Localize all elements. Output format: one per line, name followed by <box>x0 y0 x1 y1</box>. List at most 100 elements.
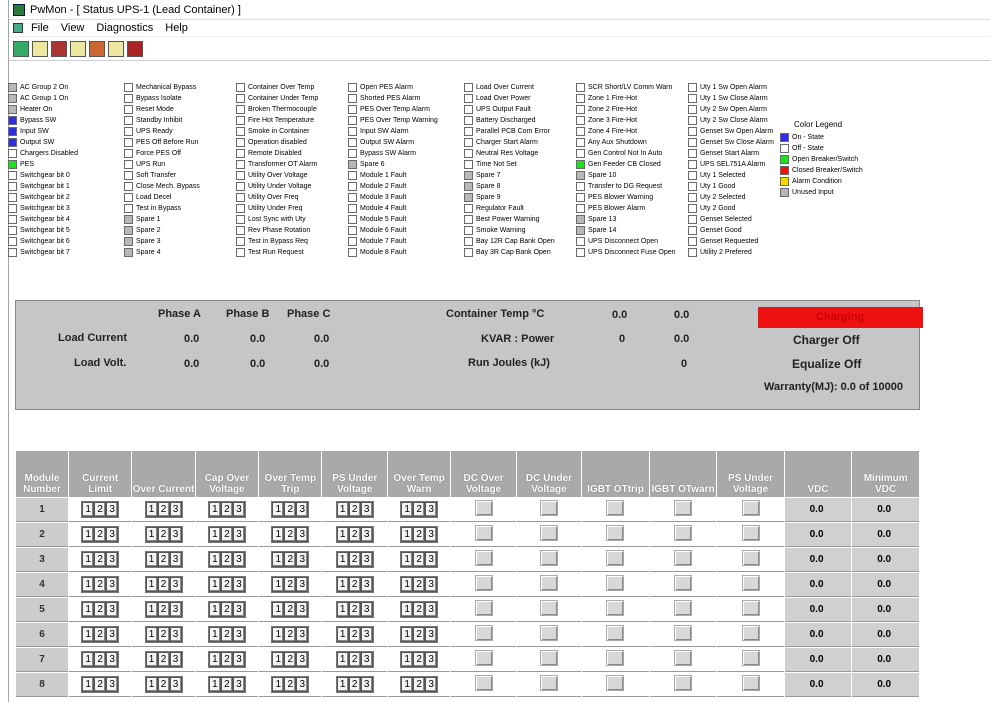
column-header: Minimum VDC <box>852 451 919 497</box>
status-item: Gen Feeder CB Closed <box>576 159 676 170</box>
status-led <box>606 525 625 541</box>
tri-indicator-cell: 123 <box>195 673 259 697</box>
status-indicator <box>8 83 17 92</box>
title-bar: PwMon - [ Status UPS-1 (Lead Container) … <box>9 0 990 20</box>
alarm-icon[interactable] <box>70 40 86 57</box>
status-label: Uty 1 Sw Open Alarm <box>700 84 767 91</box>
min-vdc-value: 0.0 <box>852 573 919 597</box>
legend-item: Alarm Condition <box>780 176 863 187</box>
led-cell <box>717 548 784 572</box>
phase-indicator: 3 <box>360 652 373 667</box>
status-item: Bypass SW <box>8 115 78 126</box>
tri-indicator-cell: 123 <box>259 498 322 522</box>
status-item: Uty 1 Good <box>688 181 774 192</box>
status-label: Input SW <box>20 128 49 135</box>
status-indicator <box>124 127 133 136</box>
tri-indicator-cell: 123 <box>322 673 387 697</box>
phase-indicator: 2 <box>94 577 107 592</box>
phase-indicator: 2 <box>94 652 107 667</box>
status-item: Load Over Current <box>464 82 555 93</box>
status-label: Switchgear bit 3 <box>20 205 70 212</box>
status-label: Output SW Alarm <box>360 139 415 146</box>
status-indicator <box>576 237 585 246</box>
status-label: Spare 13 <box>588 216 617 223</box>
phase-indicator: 3 <box>296 527 309 542</box>
chart-icon[interactable] <box>89 40 105 57</box>
status-item: Parallel PCB Com Error <box>464 126 555 137</box>
status-label: Any Aux Shutdown <box>588 139 647 146</box>
phase-indicator-group: 123 <box>335 601 374 618</box>
status-item: Spare 8 <box>464 181 555 192</box>
phase-indicator-group: 123 <box>335 526 374 543</box>
status-label: Gen Control Not In Auto <box>588 150 663 157</box>
status-label: Spare 6 <box>360 161 385 168</box>
module-row: 3 1 2 3 1 2 3 1 2 3 1 2 3 1 2 3 1 2 3 0.0 0.0 <box>16 548 919 572</box>
document-icon[interactable] <box>13 23 23 33</box>
min-vdc-value: 0.0 <box>852 623 919 647</box>
status-item: PES Blower Warning <box>576 192 676 203</box>
status-label: Switchgear bit 1 <box>20 183 70 190</box>
record-icon[interactable] <box>108 40 124 57</box>
status-item: Spare 1 <box>124 214 200 225</box>
status-item: PES Over Temp Alarm <box>348 104 438 115</box>
phase-indicator: 3 <box>360 627 373 642</box>
tri-indicator-cell: 123 <box>259 648 322 672</box>
tri-indicator-cell: 123 <box>322 648 387 672</box>
menu-help[interactable]: Help <box>159 22 194 34</box>
status-indicator <box>348 105 357 114</box>
menu-file[interactable]: File <box>25 22 55 34</box>
status-indicator <box>124 138 133 147</box>
status-led <box>741 600 760 616</box>
flame-icon[interactable] <box>51 40 67 57</box>
grid-icon[interactable] <box>13 40 29 57</box>
phase-indicator: 1 <box>208 602 221 617</box>
status-indicator <box>8 149 17 158</box>
phase-indicator-group: 123 <box>400 526 439 543</box>
status-label: Switchgear bit 2 <box>20 194 70 201</box>
module-icon[interactable] <box>32 40 48 57</box>
status-item: Best Power Warning <box>464 214 555 225</box>
phase-indicator-group: 123 <box>81 501 120 518</box>
led-cell <box>451 648 516 672</box>
menu-diagnostics[interactable]: Diagnostics <box>90 22 159 34</box>
status-label: Genset Requested <box>700 238 759 245</box>
status-indicator <box>576 226 585 235</box>
status-column: Load Over Current Load Over Power UPS Outp… <box>464 82 555 258</box>
phase-indicator-group: 123 <box>144 651 183 668</box>
phase-indicator: 2 <box>94 552 107 567</box>
status-indicator <box>576 105 585 114</box>
vdc-value: 0.0 <box>784 673 852 697</box>
status-item: Soft Transfer <box>124 170 200 181</box>
phase-indicator: 1 <box>208 627 221 642</box>
status-indicator <box>124 182 133 191</box>
status-indicator <box>236 127 245 136</box>
menu-view[interactable]: View <box>55 22 91 34</box>
phase-indicator: 1 <box>272 577 285 592</box>
status-label: Container Over Temp <box>248 84 315 91</box>
tri-indicator-cell: 123 <box>195 498 259 522</box>
phase-indicator: 2 <box>220 652 233 667</box>
phase-indicator: 1 <box>272 677 285 692</box>
led-cell <box>451 598 516 622</box>
legend-item: Off - State <box>780 143 863 154</box>
phase-indicator: 3 <box>232 577 245 592</box>
phase-indicator-group: 123 <box>81 626 120 643</box>
status-led <box>474 500 493 516</box>
status-item: Spare 6 <box>348 159 438 170</box>
status-item: Uty 2 Sw Close Alarm <box>688 115 774 126</box>
status-label: Utility 2 Prefered <box>700 249 752 256</box>
stop-icon[interactable] <box>127 40 143 57</box>
phase-indicator: 1 <box>336 652 349 667</box>
tri-indicator-cell: 123 <box>322 523 387 547</box>
phase-indicator-group: 123 <box>81 551 120 568</box>
status-item: Close Mech. Bypass <box>124 181 200 192</box>
status-label: Switchgear bit 0 <box>20 172 70 179</box>
status-label: Spare 9 <box>476 194 501 201</box>
status-label: Module 3 Fault <box>360 194 407 201</box>
status-label: Container Under Temp <box>248 95 319 102</box>
status-item: Reset Mode <box>124 104 200 115</box>
phase-indicator: 2 <box>348 652 361 667</box>
load-volt-c: 0.0 <box>314 358 330 370</box>
load-volt-a: 0.0 <box>184 358 200 370</box>
status-label: Broken Thermocouple <box>248 106 317 113</box>
